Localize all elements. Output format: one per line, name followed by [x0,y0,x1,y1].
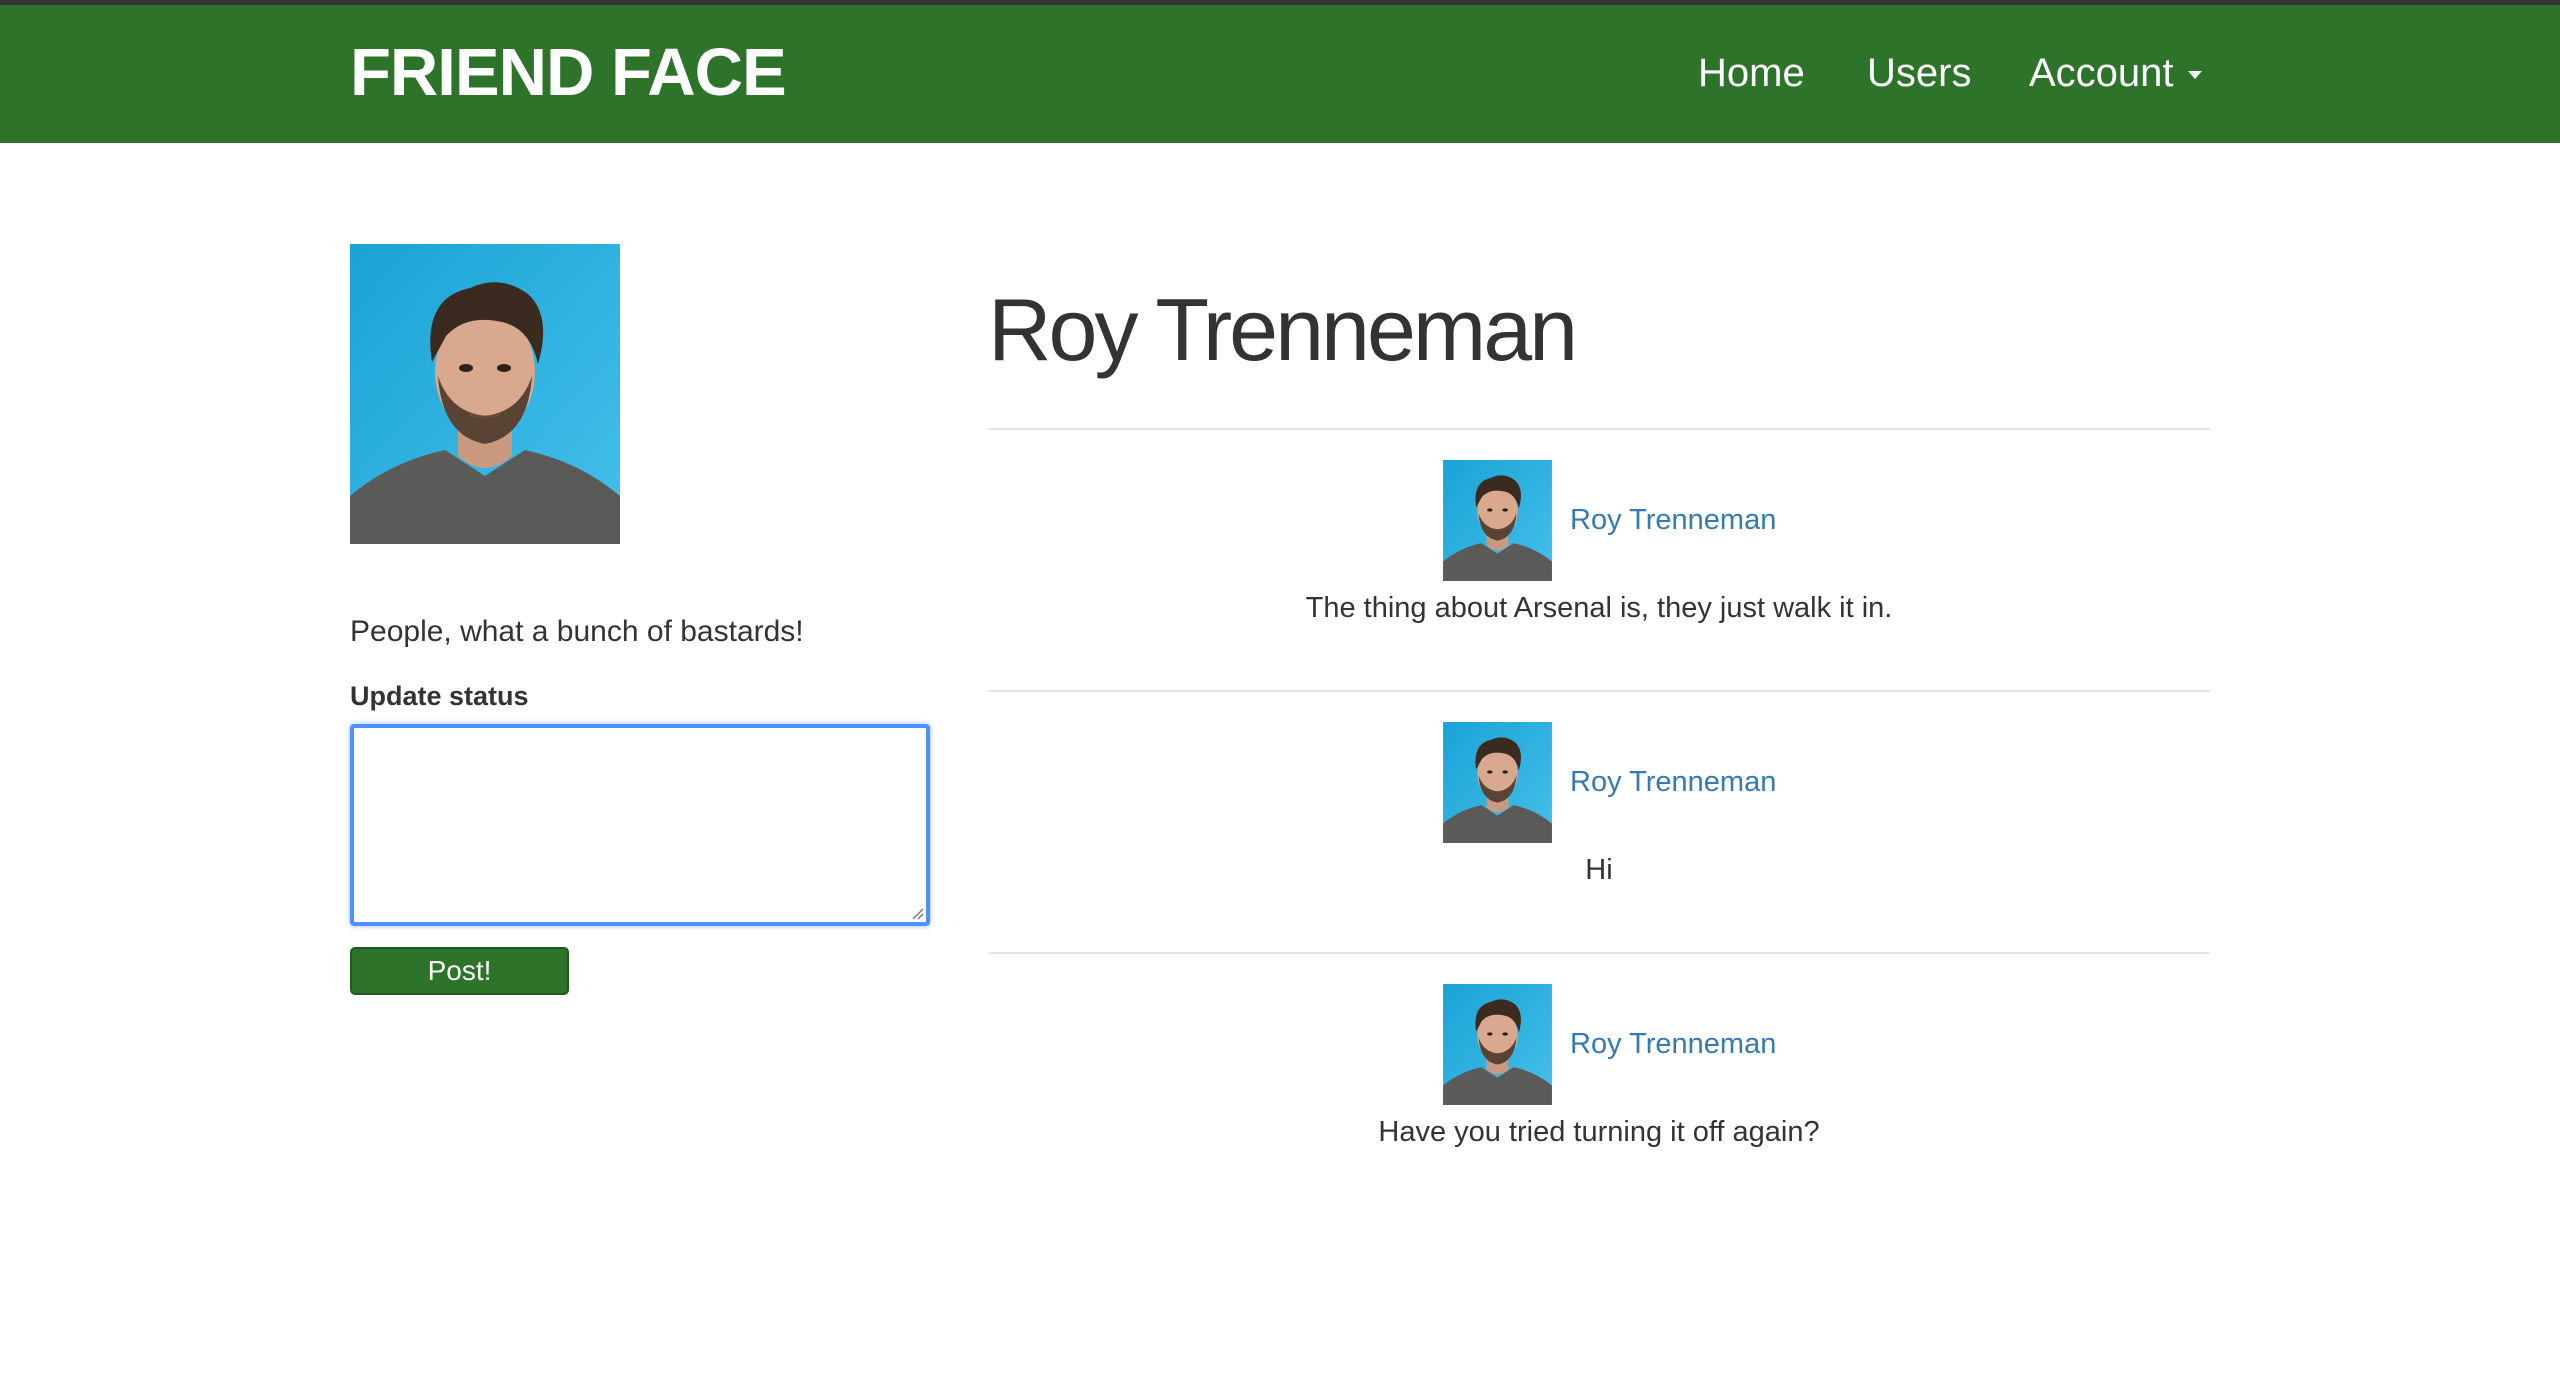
divider [988,952,2210,954]
nav-home-link[interactable]: Home [1698,45,1805,101]
navbar: FRIEND FACE Home Users Account [0,5,2560,143]
nav-account-dropdown[interactable]: Account [2029,45,2202,101]
post-body: The thing about Arsenal is, they just wa… [1305,592,1893,624]
update-status-label: Update status [350,681,529,711]
post-author-link[interactable]: Roy Trenneman [1570,762,1776,802]
feed-post: Roy Trenneman Have you tried turning it … [988,984,2210,1184]
post-body: Hi [1585,854,1613,886]
feed-post: Roy Trenneman The thing about Arsenal is… [988,460,2210,660]
post-button[interactable]: Post! [350,947,569,995]
current-status: People, what a bunch of bastards! [350,615,804,648]
status-textarea[interactable] [350,724,930,926]
divider [988,428,2210,430]
profile-photo [350,244,620,544]
nav-account-label: Account [2029,51,2174,95]
brand-logo[interactable]: FRIEND FACE [350,33,787,113]
post-author-link[interactable]: Roy Trenneman [1570,1024,1776,1064]
feed-post: Roy Trenneman Hi [988,722,2210,922]
post-avatar [1443,984,1552,1105]
post-avatar [1443,460,1552,581]
post-body: Have you tried turning it off again? [1378,1116,1820,1148]
post-author-link[interactable]: Roy Trenneman [1570,500,1776,540]
divider [988,690,2210,692]
post-avatar [1443,722,1552,843]
caret-down-icon [2187,71,2202,80]
page-title: Roy Trenneman [988,280,1578,379]
nav-users-link[interactable]: Users [1867,45,1971,101]
resize-handle-icon[interactable] [910,906,924,920]
